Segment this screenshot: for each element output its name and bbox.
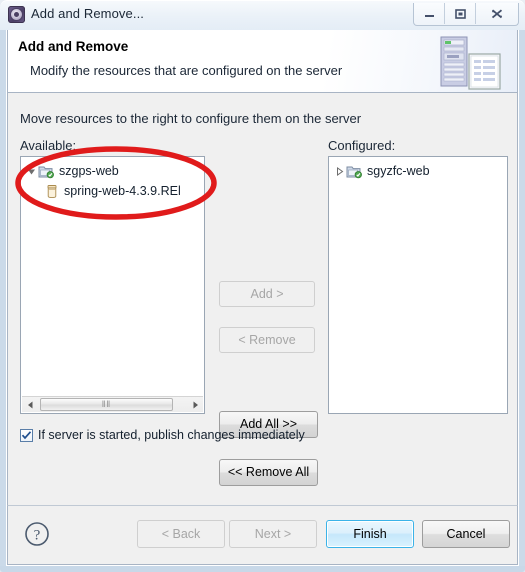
dialog-header: Add and Remove Modify the resources that…	[7, 30, 518, 93]
configured-tree-panel[interactable]: sgyzfc-web	[328, 156, 508, 414]
restore-button[interactable]	[445, 3, 476, 24]
page-subtitle: Modify the resources that are configured…	[30, 63, 343, 78]
web-project-icon	[38, 164, 54, 179]
back-button[interactable]: < Back	[137, 520, 225, 548]
add-button[interactable]: Add >	[219, 281, 315, 307]
web-project-icon	[346, 164, 362, 179]
jar-icon	[45, 184, 59, 199]
restore-icon	[454, 8, 466, 19]
title-bar[interactable]: Add and Remove...	[0, 0, 525, 30]
window-title: Add and Remove...	[31, 6, 144, 21]
scrollbar-grip: ‖‖	[101, 399, 112, 409]
scrollbar-track[interactable]: ‖‖	[38, 397, 187, 412]
available-tree-panel[interactable]: szgps-web spring-web-4.3.9.REl ‖‖	[20, 156, 205, 414]
instruction-text: Move resources to the right to configure…	[20, 111, 362, 126]
available-label: Available:	[20, 138, 77, 153]
publish-immediately-checkbox[interactable]	[20, 428, 33, 442]
tree-item-sgyzfc-web[interactable]: sgyzfc-web	[329, 161, 507, 181]
dialog-screen: Add and Remove... Add and Remove Modify …	[0, 0, 525, 572]
horizontal-scrollbar[interactable]: ‖‖	[22, 396, 203, 412]
check-icon	[21, 430, 32, 439]
dialog-footer: ? < Back Next > Finish Cancel	[7, 505, 518, 565]
cancel-button[interactable]: Cancel	[422, 520, 510, 548]
minimize-icon	[424, 14, 434, 17]
tree-item-label: sgyzfc-web	[367, 164, 430, 178]
tree-item-label: szgps-web	[59, 164, 119, 178]
server-and-document-icon	[440, 36, 501, 90]
remove-all-button[interactable]: << Remove All	[219, 459, 318, 486]
help-icon[interactable]: ?	[24, 521, 50, 547]
remove-button[interactable]: < Remove	[219, 327, 315, 353]
configured-label: Configured:	[328, 138, 396, 153]
tree-item-spring-web-jar[interactable]: spring-web-4.3.9.REl	[21, 181, 204, 201]
window-controls	[413, 3, 519, 26]
publish-immediately-label: If server is started, publish changes im…	[38, 428, 305, 442]
close-button[interactable]	[476, 3, 518, 24]
collapsed-twisty-icon[interactable]	[333, 166, 346, 176]
close-icon	[491, 9, 503, 18]
page-title: Add and Remove	[18, 39, 129, 54]
next-button[interactable]: Next >	[229, 520, 317, 548]
minimize-button[interactable]	[414, 3, 445, 24]
scrollbar-thumb[interactable]: ‖‖	[40, 398, 173, 411]
svg-text:?: ?	[34, 527, 41, 543]
tree-item-szgps-web[interactable]: szgps-web	[21, 161, 204, 181]
dialog-body: Move resources to the right to configure…	[7, 93, 518, 505]
eclipse-server-icon	[8, 6, 25, 23]
tree-item-label: spring-web-4.3.9.REl	[64, 184, 181, 198]
finish-button[interactable]: Finish	[326, 520, 414, 548]
publish-immediately-row[interactable]: If server is started, publish changes im…	[20, 428, 305, 442]
scroll-left-arrow[interactable]	[22, 397, 38, 412]
expanded-twisty-icon[interactable]	[25, 167, 38, 176]
scroll-right-arrow[interactable]	[187, 397, 203, 412]
